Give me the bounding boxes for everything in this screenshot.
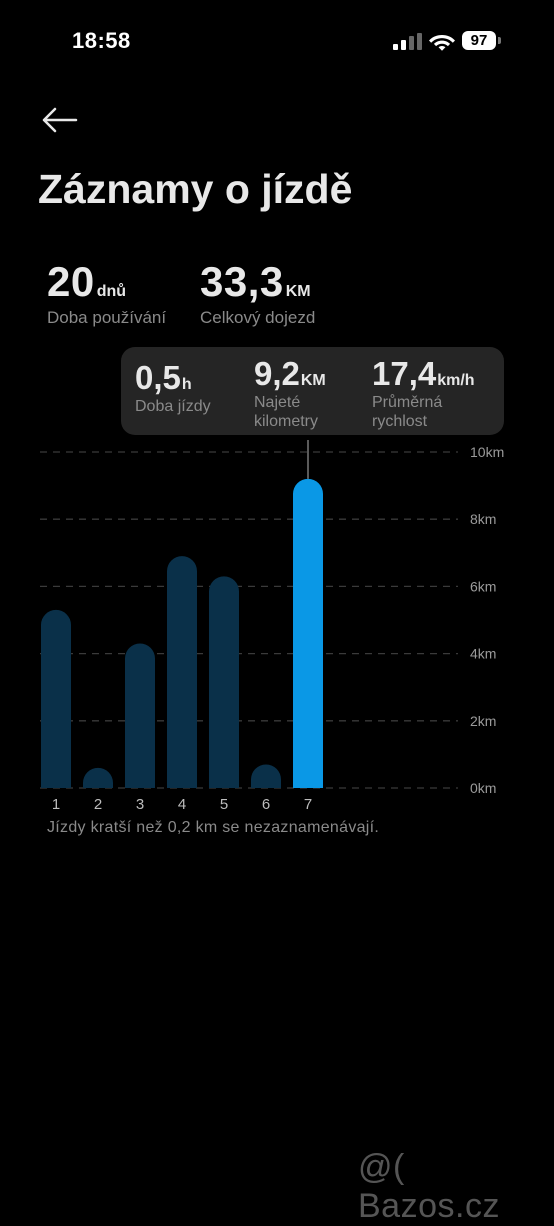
- usage-days-stat: 20 dnů Doba používání: [47, 258, 166, 328]
- x-tick-label: 5: [220, 796, 228, 810]
- tooltip-duration-value: 0,5: [135, 359, 181, 396]
- page-title: Záznamy o jízdě: [38, 166, 353, 212]
- wifi-icon: [429, 35, 455, 51]
- cellular-signal-icon: [393, 33, 423, 50]
- selected-day-tooltip: 0,5h Doba jízdy 9,2KM Najeté kilometry 1…: [121, 347, 504, 435]
- tooltip-speed-value: 17,4: [372, 355, 437, 392]
- status-time: 18:58: [72, 28, 131, 53]
- y-tick-label: 4km: [470, 646, 496, 662]
- tooltip-duration: 0,5h Doba jízdy: [135, 359, 211, 416]
- y-tick-label: 2km: [470, 713, 496, 729]
- daily-distance-chart: 0km 2km 4km 6km 8km 10km 1 2 3 4 5 6 7: [40, 440, 504, 810]
- bar-day-3[interactable]: [125, 643, 155, 788]
- bar-day-6[interactable]: [251, 764, 281, 788]
- tooltip-duration-label: Doba jízdy: [135, 398, 211, 415]
- status-bar: 18:58 97: [0, 0, 554, 80]
- x-tick-label: 1: [52, 796, 60, 810]
- tooltip-speed-label-1: Průměrná: [372, 394, 443, 411]
- total-distance-unit: KM: [285, 283, 311, 300]
- usage-days-label: Doba používání: [47, 308, 167, 327]
- x-tick-label: 2: [94, 796, 102, 810]
- tooltip-speed-unit: km/h: [437, 372, 475, 389]
- total-distance-label: Celkový dojezd: [200, 308, 316, 327]
- tooltip-distance-unit: KM: [300, 372, 326, 389]
- bar-day-4[interactable]: [167, 556, 197, 788]
- total-distance-value: 33,3: [200, 258, 284, 305]
- bar-day-7[interactable]: [293, 478, 323, 788]
- watermark: @( Bazos.cz: [358, 1148, 500, 1225]
- x-tick-label: 3: [136, 796, 144, 810]
- usage-days-unit: dnů: [96, 283, 127, 300]
- x-tick-label: 7: [304, 796, 312, 810]
- bar-day-2[interactable]: [83, 767, 114, 788]
- back-arrow-icon[interactable]: [40, 104, 80, 136]
- tooltip-distance: 9,2KM Najeté kilometry: [254, 355, 326, 431]
- x-tick-label: 6: [262, 796, 270, 810]
- x-tick-label: 4: [178, 796, 186, 810]
- tooltip-distance-label-2: kilometry: [254, 413, 319, 430]
- bar-day-1[interactable]: [41, 609, 71, 788]
- tooltip-distance-label-1: Najeté: [254, 394, 301, 411]
- total-distance-stat: 33,3 KM Celkový dojezd: [200, 258, 315, 328]
- tooltip-distance-value: 9,2: [254, 355, 300, 392]
- y-tick-label: 0km: [470, 780, 496, 796]
- tooltip-duration-unit: h: [181, 376, 192, 393]
- usage-days-value: 20: [47, 258, 95, 305]
- y-tick-label: 10km: [470, 444, 504, 460]
- footnote: Jízdy kratší než 0,2 km se nezaznamenáva…: [47, 819, 380, 836]
- tooltip-speed: 17,4km/h Průměrná rychlost: [372, 355, 475, 431]
- battery-tip: [498, 37, 501, 44]
- y-tick-label: 6km: [470, 578, 496, 594]
- battery-indicator: 97: [462, 31, 496, 50]
- bar-day-5[interactable]: [209, 576, 239, 788]
- y-tick-label: 8km: [470, 511, 496, 527]
- tooltip-speed-label-2: rychlost: [372, 413, 428, 430]
